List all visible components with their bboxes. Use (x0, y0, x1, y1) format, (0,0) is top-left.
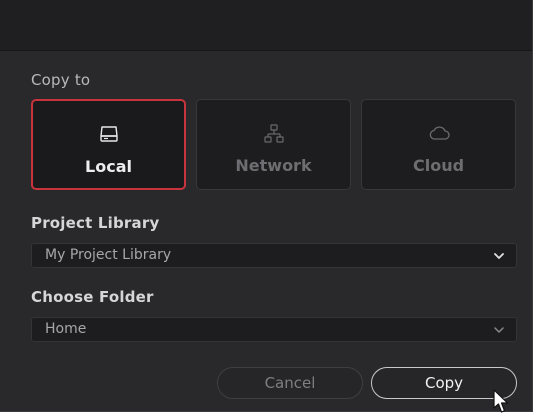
copy-to-label: Copy to (31, 71, 91, 89)
project-library-dropdown[interactable]: My Project Library (31, 243, 517, 268)
destination-local-button[interactable]: Local (31, 99, 186, 190)
dialog-title-bar (0, 0, 532, 51)
copy-dialog: Copy to Local Network Cloud Project Libr… (0, 0, 533, 412)
destination-cloud-button[interactable]: Cloud (361, 99, 516, 190)
mouse-pointer-icon (493, 389, 509, 413)
destination-cloud-label: Cloud (412, 156, 465, 175)
destination-network-button[interactable]: Network (196, 99, 351, 190)
chevron-down-icon (494, 327, 504, 333)
choose-folder-value: Home (45, 321, 87, 337)
cloud-icon (362, 124, 515, 144)
chevron-down-icon (494, 253, 504, 259)
destination-local-label: Local (85, 157, 132, 176)
project-library-label: Project Library (31, 214, 160, 232)
destination-network-label: Network (235, 156, 312, 175)
choose-folder-label: Choose Folder (31, 288, 154, 306)
project-library-value: My Project Library (45, 247, 172, 263)
choose-folder-dropdown[interactable]: Home (31, 317, 517, 342)
drive-icon (33, 125, 184, 145)
cancel-button[interactable]: Cancel (217, 367, 363, 399)
network-icon (197, 124, 350, 144)
